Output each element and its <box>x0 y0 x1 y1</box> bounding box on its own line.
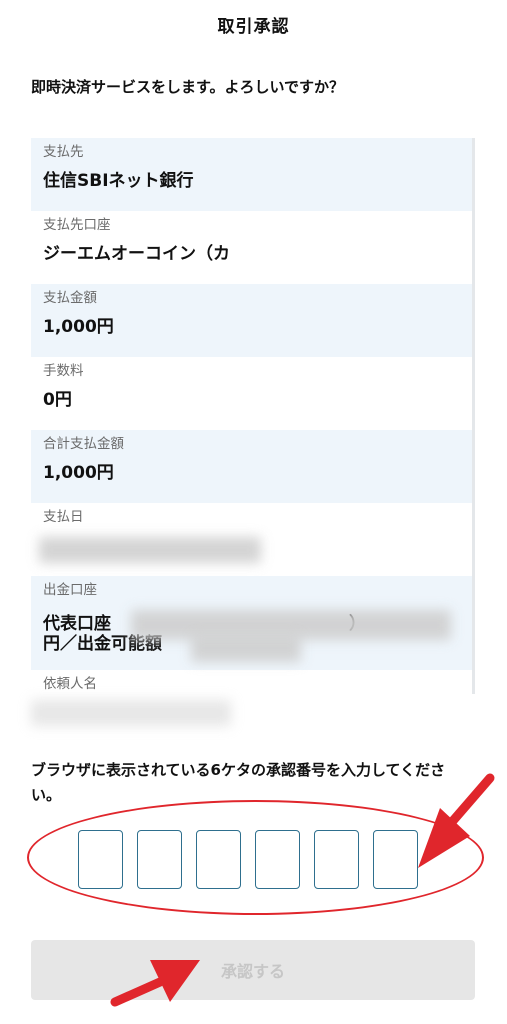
annotation-arrow-icon <box>110 960 200 1007</box>
